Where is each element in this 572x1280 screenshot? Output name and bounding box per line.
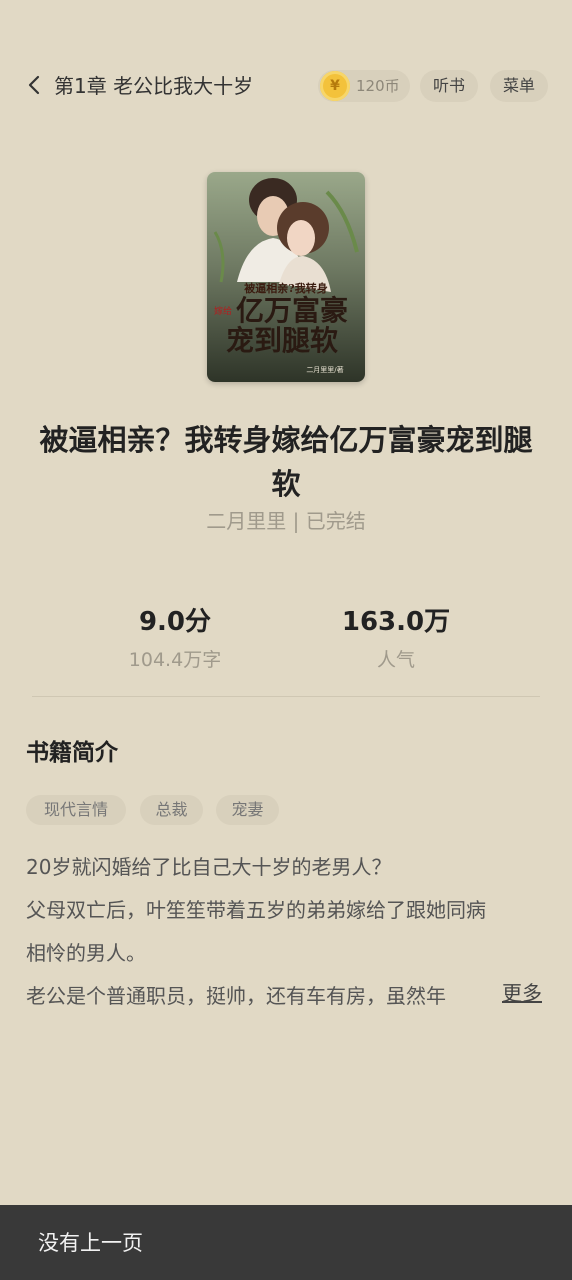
word-count: 104.4万字 (128, 649, 222, 671)
tag-item[interactable]: 总裁 (140, 795, 203, 825)
cover-title-line1: 被逼相亲?我转身 (244, 281, 327, 295)
intro-line: 父母双亡后，叶笙笙带着五岁的弟弟嫁给了跟她同病 (26, 898, 486, 922)
popularity-label: 人气 (376, 649, 415, 671)
menu-button[interactable]: 菜单 (490, 70, 548, 102)
intro-line: 20岁就闪婚给了比自己大十岁的老男人？ (26, 855, 392, 879)
coin-icon: ¥ (320, 71, 350, 101)
popularity-stat: 163.0万 人气 (296, 604, 496, 676)
more-link[interactable]: 更多 (502, 972, 542, 1015)
author-status: 二月里里 | 已完结 (206, 509, 366, 533)
back-arrow-icon[interactable] (22, 72, 48, 98)
cover-title-side: 嫁给 (214, 305, 232, 317)
cover-title-line3: 宠到腿软 (226, 324, 338, 357)
divider (32, 696, 540, 697)
cover-author: 二月里里/著 (306, 365, 343, 374)
book-cover[interactable]: 被逼相亲?我转身 嫁给 亿万富豪 宠到腿软 二月里里/著 (207, 172, 365, 382)
intro-text: 20岁就闪婚给了比自己大十岁的老男人？ 父母双亡后，叶笙笙带着五岁的弟弟嫁给了跟… (26, 846, 556, 1018)
cover-title-line2: 亿万富豪 (236, 294, 348, 327)
book-title: 被逼相亲？我转身嫁给亿万富豪宠到腿软 (39, 423, 533, 501)
intro-line: 相怜的男人。 (26, 941, 146, 965)
rating-stat: 9.0分 104.4万字 (75, 604, 275, 676)
no-prev-page-text: 没有上一页 (38, 1231, 143, 1255)
popularity-value: 163.0万 (341, 607, 451, 637)
coin-balance[interactable]: ¥ 120币 (318, 70, 410, 102)
rating-value: 9.0分 (138, 607, 212, 637)
tag-item[interactable]: 现代言情 (26, 795, 126, 825)
listen-button[interactable]: 听书 (420, 70, 478, 102)
coin-count: 120币 (356, 77, 400, 95)
intro-heading: 书籍简介 (26, 740, 118, 766)
top-bar: 第1章 老公比我大十岁 ¥ 120币 听书 菜单 (0, 62, 572, 110)
tag-item[interactable]: 宠妻 (216, 795, 279, 825)
intro-line: 老公是个普通职员，挺帅，还有车有房，虽然年 (26, 984, 446, 1008)
chapter-title[interactable]: 第1章 老公比我大十岁 (54, 72, 253, 100)
bottom-toast: 没有上一页 (0, 1205, 572, 1280)
